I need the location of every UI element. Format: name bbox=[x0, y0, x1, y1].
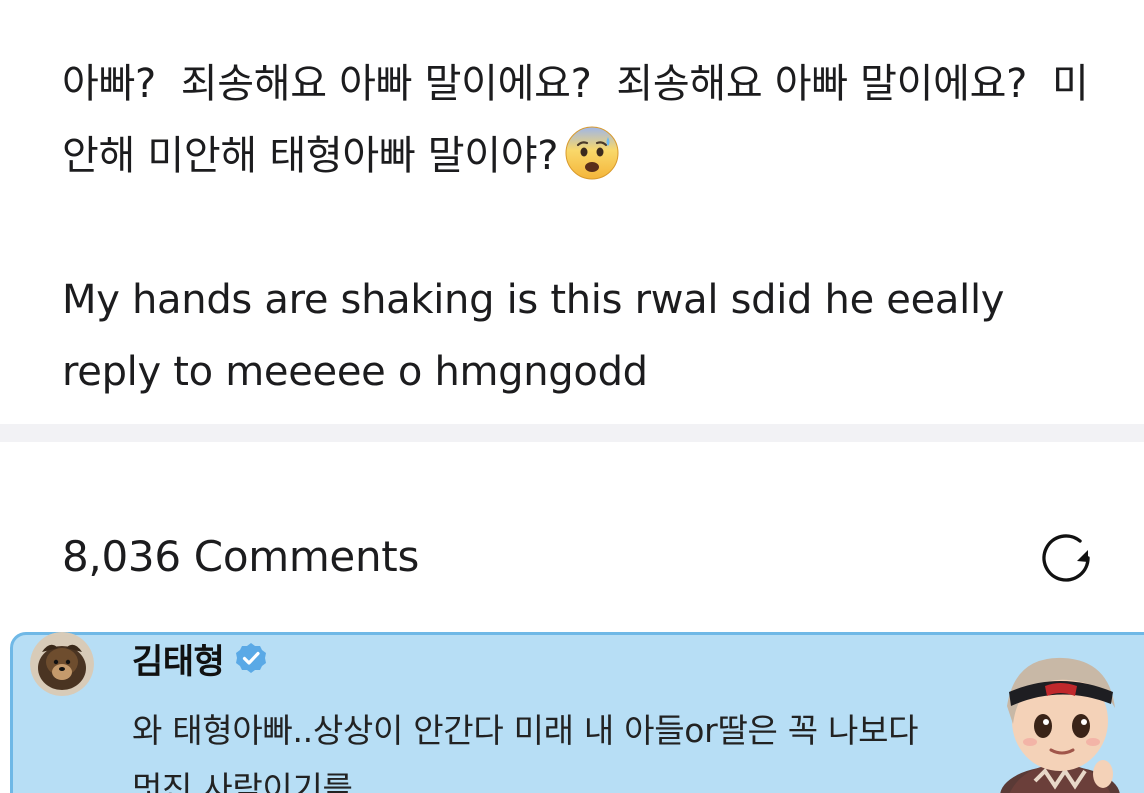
post-english-paragraph: My hands are shaking is this rwal sdid h… bbox=[62, 277, 1017, 395]
anxious-face-icon bbox=[565, 126, 619, 180]
avatar[interactable] bbox=[30, 632, 94, 696]
comment-author-name[interactable]: 김태형 bbox=[132, 634, 225, 683]
comment-body: 와 태형아빠..상상이 안간다 미래 내 아들or딸은 꼭 나보다 멋진 사람이… bbox=[132, 711, 919, 793]
character-sticker-icon bbox=[1000, 657, 1120, 793]
comments-count: 8,036 Comments bbox=[62, 532, 420, 581]
comment-text: 와 태형아빠..상상이 안간다 미래 내 아들or딸은 꼭 나보다 멋진 사람이… bbox=[132, 702, 932, 793]
comment-author-row: 김태형 bbox=[132, 634, 268, 682]
post-body: 아빠? 죄송해요 아빠 말이에요? 죄송해요 아빠 말이에요? 미안해 미안해 … bbox=[62, 48, 1112, 408]
post-detail-screen: 아빠? 죄송해요 아빠 말이에요? 죄송해요 아빠 말이에요? 미안해 미안해 … bbox=[0, 0, 1144, 793]
refresh-icon[interactable] bbox=[1036, 528, 1096, 588]
verified-badge-icon bbox=[236, 643, 267, 673]
section-divider bbox=[0, 424, 1144, 442]
post-korean-paragraph: 아빠? 죄송해요 아빠 말이에요? 죄송해요 아빠 말이에요? 미안해 미안해 … bbox=[62, 48, 1112, 192]
